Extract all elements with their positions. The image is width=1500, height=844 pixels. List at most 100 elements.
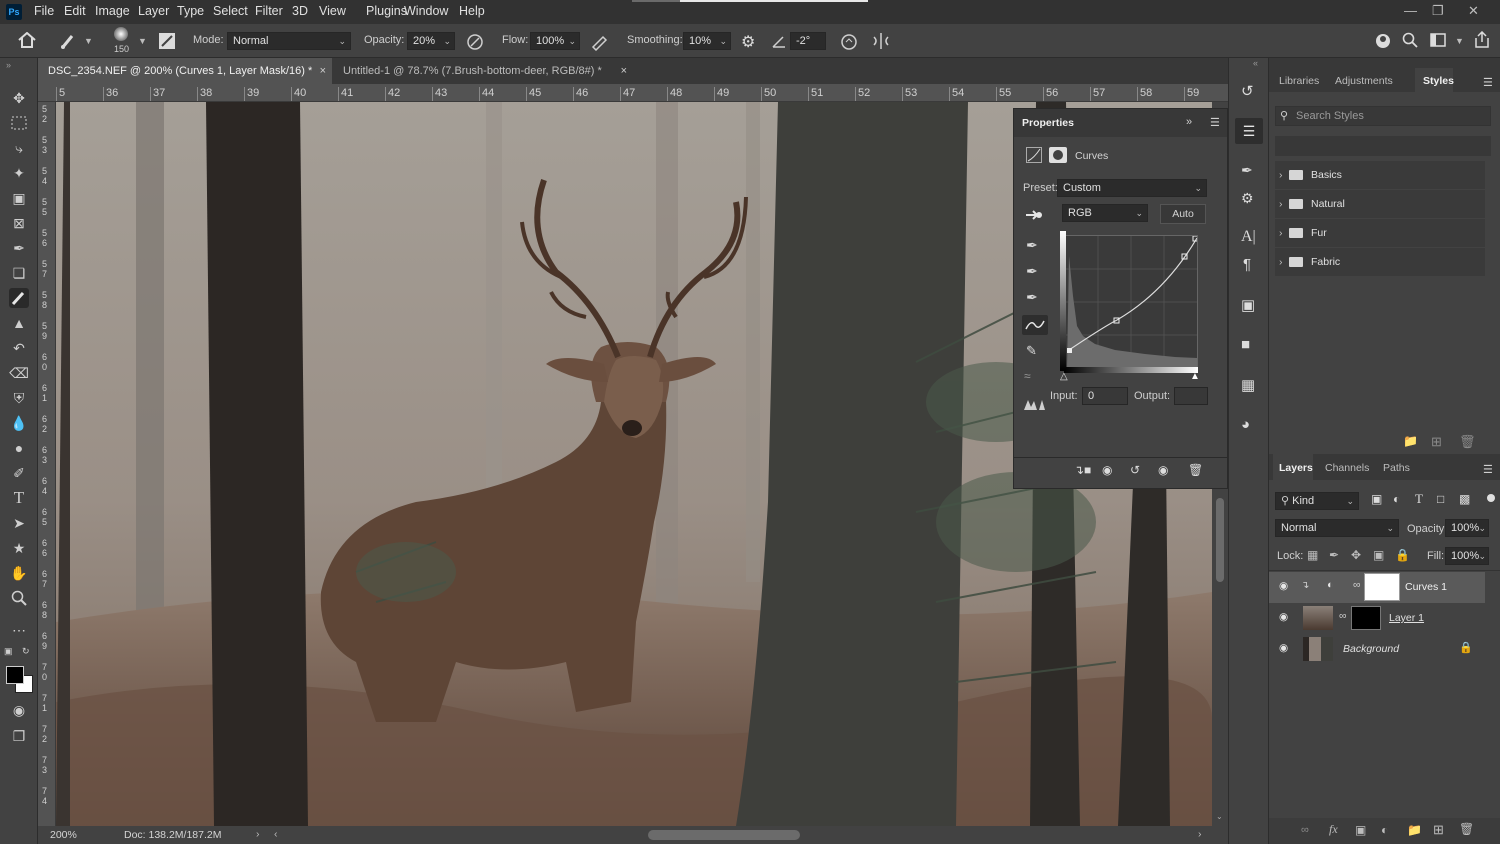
filter-kind-select[interactable]: ⚲ Kind ⌄ bbox=[1275, 492, 1359, 510]
symmetry-icon[interactable] bbox=[872, 32, 890, 50]
gear-icon[interactable]: ⚙ bbox=[741, 32, 755, 52]
chevron-right-icon[interactable]: › bbox=[1279, 190, 1283, 218]
tab-document-active[interactable]: DSC_2354.NEF @ 200% (Curves 1, Layer Mas… bbox=[38, 58, 332, 84]
gradients-panel-icon[interactable]: ■ bbox=[1241, 336, 1250, 353]
input-field[interactable]: 0 bbox=[1082, 387, 1128, 405]
filter-shape-icon[interactable]: □ bbox=[1437, 492, 1444, 506]
dodge-tool-icon[interactable]: ● bbox=[9, 438, 29, 458]
layer-name[interactable]: Curves 1 bbox=[1405, 581, 1447, 593]
frame-tool-icon[interactable]: ⊠ bbox=[9, 213, 29, 233]
pressure-size-icon[interactable] bbox=[840, 33, 858, 51]
brush-preset-dropdown[interactable]: ▼ bbox=[138, 36, 147, 46]
angle-field[interactable]: -2° bbox=[790, 32, 826, 50]
blend-mode-select[interactable]: Normal ⌄ bbox=[1275, 519, 1399, 537]
layer-mask-thumbnail[interactable] bbox=[1364, 573, 1400, 601]
scroll-right-arrow[interactable]: › bbox=[1198, 828, 1202, 840]
restore-button[interactable]: ❐ bbox=[1432, 3, 1444, 19]
layers-panel-menu-icon[interactable]: ☰ bbox=[1483, 463, 1493, 476]
healing-brush-tool-icon[interactable]: ❏ bbox=[9, 263, 29, 283]
layer-row-curves[interactable]: ◉ ↴ ◐ ∞ Curves 1 bbox=[1269, 572, 1485, 603]
reset-icon[interactable]: ↺ bbox=[1130, 463, 1140, 477]
style-group-basics[interactable]: › Basics bbox=[1275, 161, 1485, 189]
close-tab-icon[interactable]: × bbox=[621, 58, 627, 84]
tab-paths[interactable]: Paths bbox=[1383, 462, 1410, 474]
brush-tool-icon[interactable] bbox=[60, 32, 78, 50]
lock-image-icon[interactable]: ✒ bbox=[1329, 548, 1339, 562]
zoom-level[interactable]: 200% bbox=[50, 829, 77, 841]
share-icon[interactable] bbox=[1474, 31, 1490, 49]
filter-type-icon[interactable]: T bbox=[1415, 491, 1423, 507]
more-tools-icon[interactable]: ⋯ bbox=[9, 620, 29, 640]
curves-graph[interactable] bbox=[1064, 235, 1198, 369]
delete-style-icon[interactable]: 🗑 bbox=[1459, 434, 1476, 450]
close-tab-icon[interactable]: × bbox=[320, 58, 326, 84]
scroll-down-arrow[interactable]: ⌄ bbox=[1216, 812, 1223, 821]
panel-menu-icon[interactable]: ☰ bbox=[1210, 116, 1220, 129]
tab-adjustments[interactable]: Adjustments bbox=[1335, 75, 1393, 87]
brush-settings-icon[interactable] bbox=[158, 32, 176, 50]
chevron-right-icon[interactable]: › bbox=[1279, 219, 1283, 247]
zoom-tool-icon[interactable] bbox=[9, 588, 29, 608]
add-mask-icon[interactable]: ▣ bbox=[1355, 823, 1366, 837]
visibility-eye-icon[interactable]: ◉ bbox=[1279, 642, 1288, 654]
link-layers-icon[interactable]: ∞ bbox=[1301, 824, 1309, 836]
status-menu-arrow[interactable]: › bbox=[256, 828, 260, 840]
new-group-icon[interactable]: 📁 bbox=[1407, 823, 1422, 837]
tab-styles[interactable]: Styles bbox=[1423, 75, 1454, 87]
swap-colors-icon[interactable]: ↻ bbox=[22, 646, 30, 657]
collapse-panel-icon[interactable]: » bbox=[1186, 116, 1192, 128]
character-panel-icon[interactable]: A| bbox=[1241, 228, 1256, 246]
scroll-left-arrow[interactable]: ‹ bbox=[274, 828, 278, 840]
lock-position-icon[interactable]: ✥ bbox=[1351, 548, 1361, 562]
lock-all-icon[interactable]: 🔒 bbox=[1395, 548, 1410, 562]
sample-white-eyedropper-icon[interactable]: ✒ bbox=[1026, 289, 1038, 306]
tool-preset-dropdown[interactable]: ▼ bbox=[84, 36, 93, 46]
crop-tool-icon[interactable]: ▣ bbox=[9, 188, 29, 208]
menu-plugins[interactable]: Plugins bbox=[366, 4, 407, 18]
pen-tool-icon[interactable]: ✐ bbox=[9, 463, 29, 483]
menu-window[interactable]: Window bbox=[404, 4, 448, 18]
channel-select[interactable]: RGB ⌄ bbox=[1062, 204, 1148, 222]
magic-wand-tool-icon[interactable]: ✦ bbox=[9, 163, 29, 183]
lock-artboard-icon[interactable]: ▣ bbox=[1373, 548, 1384, 562]
visibility-eye-icon[interactable]: ◉ bbox=[1279, 580, 1288, 592]
layer-row-layer1[interactable]: ◉ ∞ Layer 1 bbox=[1269, 603, 1485, 634]
pressure-opacity-icon[interactable] bbox=[466, 33, 484, 51]
new-style-icon[interactable]: ⊞ bbox=[1431, 434, 1442, 450]
marquee-tool-icon[interactable] bbox=[9, 113, 29, 133]
cloud-docs-icon[interactable] bbox=[1374, 32, 1392, 50]
airbrush-icon[interactable] bbox=[591, 33, 609, 51]
paint-bucket-tool-icon[interactable]: ⛨ bbox=[9, 388, 29, 408]
sample-gray-eyedropper-icon[interactable]: ✒ bbox=[1026, 263, 1038, 280]
vertical-scroll-thumb[interactable] bbox=[1216, 498, 1224, 582]
clipping-warning-icon[interactable] bbox=[1023, 397, 1045, 411]
style-group-natural[interactable]: › Natural bbox=[1275, 190, 1485, 218]
workspace-icon[interactable] bbox=[1430, 33, 1446, 47]
on-image-adjust-icon[interactable] bbox=[1024, 207, 1044, 223]
filter-pixel-icon[interactable]: ▣ bbox=[1371, 492, 1382, 506]
default-colors-icon[interactable]: ▣ bbox=[4, 646, 13, 657]
layer-opacity-field[interactable]: 100% ⌄ bbox=[1445, 519, 1489, 537]
fill-field[interactable]: 100% ⌄ bbox=[1445, 547, 1489, 565]
hand-tool-icon[interactable]: ✋ bbox=[9, 563, 29, 583]
horizontal-scroll-thumb[interactable] bbox=[648, 830, 800, 840]
brushes-panel-icon[interactable]: ✒ bbox=[1241, 162, 1253, 179]
tab-channels[interactable]: Channels bbox=[1325, 462, 1369, 474]
move-tool-icon[interactable]: ✥ bbox=[9, 88, 29, 108]
filter-adjustment-icon[interactable]: ◐ bbox=[1393, 492, 1400, 506]
mode-select[interactable]: Normal ⌄ bbox=[227, 32, 351, 50]
menu-layer[interactable]: Layer bbox=[138, 4, 169, 18]
filter-smart-object-icon[interactable]: ▩ bbox=[1459, 492, 1470, 506]
clip-to-layer-icon[interactable]: ↴■ bbox=[1074, 463, 1091, 477]
tab-layers[interactable]: Layers bbox=[1279, 462, 1313, 474]
preset-select[interactable]: Custom ⌄ bbox=[1057, 179, 1207, 197]
link-icon[interactable]: ∞ bbox=[1339, 610, 1347, 622]
opacity-field[interactable]: 20% ⌄ bbox=[407, 32, 455, 50]
history-panel-icon[interactable]: ↺ bbox=[1241, 82, 1254, 100]
collapse-tools-icon[interactable]: » bbox=[6, 60, 11, 70]
new-layer-icon[interactable]: ⊞ bbox=[1433, 822, 1444, 838]
brush-settings-panel-icon[interactable]: ⚙ bbox=[1241, 190, 1254, 207]
menu-3d[interactable]: 3D bbox=[292, 4, 308, 18]
brush-preview[interactable] bbox=[114, 27, 128, 41]
eraser-tool-icon[interactable]: ⌫ bbox=[9, 363, 29, 383]
